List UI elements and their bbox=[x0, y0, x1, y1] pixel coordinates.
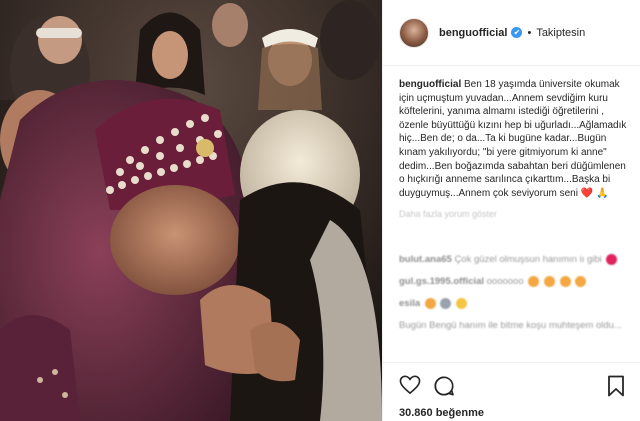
verified-badge-icon: ✔ bbox=[511, 27, 523, 38]
post-header: benguofficial ✔ • Takiptesin bbox=[383, 0, 640, 66]
emoji-icon bbox=[424, 298, 436, 310]
likes-count[interactable]: 30.860 beğenme bbox=[399, 407, 484, 419]
emoji-icon bbox=[440, 298, 452, 310]
emoji-icon bbox=[528, 276, 540, 288]
comment-text: Bugün Bengü hanım ile bitme koşu muhteşe… bbox=[399, 320, 622, 332]
header-username[interactable]: benguofficial bbox=[439, 27, 507, 39]
post-side-panel: benguofficial ✔ • Takiptesin benguoffici… bbox=[382, 0, 640, 421]
header-separator: • bbox=[527, 26, 532, 39]
emoji-icon bbox=[559, 276, 571, 288]
comments-list: bulut.ana65 Çok güzel olmuşsun hanımın i… bbox=[399, 254, 627, 342]
heart-icon[interactable] bbox=[399, 375, 421, 400]
comment-item: gul.gs.1995.official ooooooo bbox=[399, 276, 627, 288]
caption-pray-emoji: 🙏 bbox=[595, 187, 609, 199]
comment-icon[interactable] bbox=[433, 375, 455, 402]
post-photo[interactable] bbox=[0, 0, 382, 421]
profile-avatar[interactable] bbox=[399, 17, 429, 48]
post-image-illustration bbox=[0, 0, 382, 421]
caption-meta[interactable]: Daha fazla yorum göster bbox=[399, 208, 627, 222]
post-actions: 30.860 beğenme bbox=[383, 362, 640, 421]
comment-item: bulut.ana65 Çok güzel olmuşsun hanımın i… bbox=[399, 254, 627, 266]
comment-text: Çok güzel olmuşsun hanımın iı gibi bbox=[454, 254, 602, 266]
emoji-icon bbox=[543, 276, 555, 288]
comment-username[interactable]: bulut.ana65 bbox=[399, 254, 452, 265]
caption-text: Ben 18 yaşımda üniversite okumak için uç… bbox=[399, 79, 627, 199]
caption-heart-emoji: ❤️ bbox=[580, 187, 594, 199]
emoji-icon bbox=[456, 298, 468, 310]
caption-username[interactable]: benguofficial bbox=[399, 79, 461, 90]
follow-status-button[interactable]: Takiptesin bbox=[536, 27, 585, 39]
comment-item: Bugün Bengü hanım ile bitme koşu muhteşe… bbox=[399, 320, 627, 332]
post-caption: benguofficial Ben 18 yaşımda üniversite … bbox=[399, 78, 627, 222]
bookmark-icon[interactable] bbox=[607, 375, 625, 402]
emoji-icon bbox=[575, 276, 587, 288]
comment-username[interactable]: esila bbox=[399, 298, 420, 309]
comment-item: esila bbox=[399, 298, 627, 310]
heart-emoji-icon bbox=[606, 254, 618, 265]
comment-username[interactable]: gul.gs.1995.official bbox=[399, 276, 484, 287]
comment-text: ooooooo bbox=[486, 276, 524, 288]
